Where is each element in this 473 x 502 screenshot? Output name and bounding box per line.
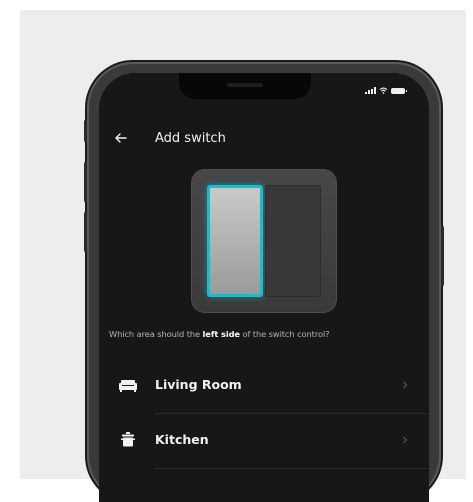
room-item-living-room[interactable]: Living Room	[99, 359, 429, 414]
chevron-right-icon	[403, 381, 408, 389]
phone-power-button	[441, 226, 444, 286]
page-title: Add switch	[155, 131, 226, 146]
instruction-text-start: Which area should the	[109, 329, 203, 339]
sofa-icon	[119, 380, 137, 392]
phone-volume-down-button	[84, 212, 87, 252]
switch-right-side	[265, 185, 321, 297]
phone-side-button	[84, 120, 87, 142]
notch	[179, 73, 311, 99]
row-divider	[155, 468, 429, 469]
app-header: Add switch	[99, 130, 429, 154]
room-label: Living Room	[155, 377, 242, 392]
battery-icon	[391, 87, 407, 94]
room-label: Kitchen	[155, 432, 209, 447]
room-list: Living Room Kitchen	[99, 359, 429, 469]
status-bar	[365, 87, 407, 94]
switch-preview	[191, 169, 337, 313]
instruction-text: Which area should the left side of the s…	[109, 329, 419, 339]
signal-icon	[365, 87, 376, 94]
app-screen: Add switch Which area should the left si…	[99, 73, 429, 502]
pot-icon	[121, 432, 135, 447]
instruction-text-end: of the switch control?	[239, 329, 330, 339]
speaker	[227, 83, 263, 87]
wifi-icon	[379, 87, 388, 94]
phone-volume-up-button	[84, 162, 87, 202]
chevron-right-icon	[403, 436, 408, 444]
instruction-emphasis: left side	[202, 329, 240, 339]
arrow-left-icon[interactable]	[113, 130, 129, 146]
room-item-kitchen[interactable]: Kitchen	[99, 414, 429, 469]
switch-left-side-selected	[207, 185, 263, 297]
phone-frame: Add switch Which area should the left si…	[84, 62, 444, 502]
